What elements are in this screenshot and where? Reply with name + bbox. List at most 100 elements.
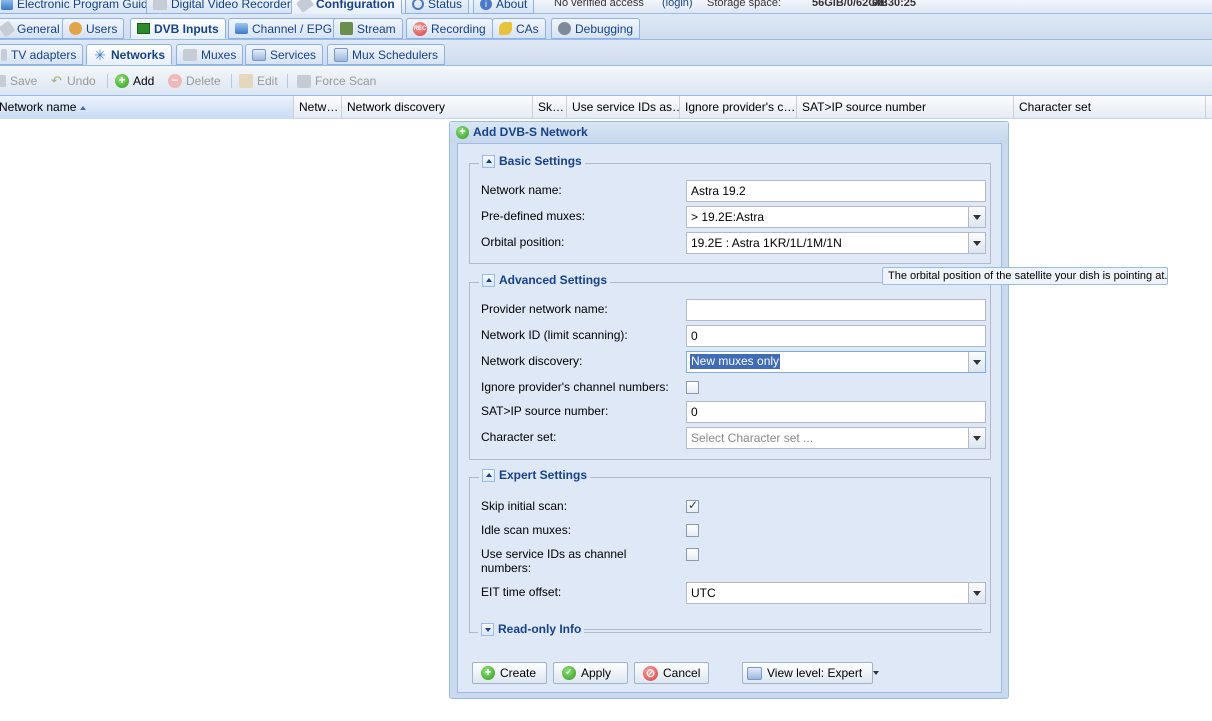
orbital-position-select[interactable]: 19.2E : Astra 1KR/1L/1M/1N	[686, 232, 986, 254]
tab-muxes[interactable]: Muxes	[176, 44, 244, 65]
collapse-up-icon[interactable]	[482, 273, 495, 287]
tab-status[interactable]: Status	[405, 0, 470, 14]
network-id-label: Network ID (limit scanning):	[481, 328, 628, 342]
tab-mux-schedulers[interactable]: Mux Schedulers	[327, 44, 446, 65]
character-set-select[interactable]: Select Character set ...	[686, 427, 986, 449]
tab-channel-epg[interactable]: Channel / EPG	[228, 18, 340, 39]
epg-icon	[1, 0, 13, 10]
column-satip-source[interactable]: SAT>IP source number	[797, 96, 1014, 119]
chevron-down-icon[interactable]	[968, 428, 985, 448]
chevron-down-icon[interactable]	[968, 352, 985, 372]
tab-networks[interactable]: ✳ Networks	[86, 44, 173, 65]
toolbar-divider	[287, 74, 288, 88]
column-use-service-ids[interactable]: Use service IDs as…	[567, 96, 680, 119]
column-character-set[interactable]: Character set	[1014, 96, 1206, 119]
network-name-input[interactable]	[686, 180, 986, 202]
tab-cas[interactable]: CAs	[492, 18, 546, 39]
edit-label: Edit	[257, 74, 278, 88]
column-ignore-provider[interactable]: Ignore provider's c…	[680, 96, 797, 119]
apply-button[interactable]: ✓ Apply	[553, 662, 628, 684]
ignore-provider-numbers-checkbox[interactable]	[686, 381, 699, 394]
cancel-button[interactable]: ⊘ Cancel	[634, 662, 709, 684]
tab-configuration[interactable]: Configuration	[291, 0, 402, 14]
tab-dvb-inputs[interactable]: DVB Inputs	[130, 18, 226, 39]
advanced-settings-legend[interactable]: Advanced Settings	[479, 273, 611, 287]
network-name-label: Network name:	[481, 183, 562, 197]
undo-button[interactable]: ↶ Undo	[51, 73, 96, 89]
network-id-input[interactable]	[686, 325, 986, 347]
tab-label: Channel / EPG	[252, 21, 333, 36]
delete-button[interactable]: − Delete	[168, 73, 221, 89]
provider-network-name-input[interactable]	[686, 299, 986, 321]
idle-scan-muxes-checkbox[interactable]	[686, 524, 699, 537]
tab-label: Status	[428, 0, 463, 11]
tab-debugging[interactable]: Debugging	[551, 18, 641, 39]
tab-about[interactable]: i About	[473, 0, 535, 14]
select-value: > 19.2E:Astra	[691, 210, 765, 224]
tab-label: DVB Inputs	[154, 21, 219, 36]
edit-button[interactable]: Edit	[239, 73, 278, 89]
network-discovery-select[interactable]: New muxes only	[686, 351, 986, 373]
use-service-ids-checkbox[interactable]	[686, 548, 699, 561]
button-label: Cancel	[663, 666, 701, 680]
tab-electronic-program-guide[interactable]: Electronic Program Guide	[0, 0, 162, 14]
use-service-ids-label: Use service IDs as channel numbers:	[481, 547, 627, 575]
select-placeholder: Select Character set ...	[691, 431, 814, 445]
save-button[interactable]: Save	[0, 73, 37, 89]
scan-icon	[297, 74, 311, 88]
antenna-icon: ✳	[94, 46, 106, 63]
network-discovery-label: Network discovery:	[481, 354, 583, 368]
button-label: View level: Expert	[767, 666, 863, 680]
section-divider	[523, 629, 982, 630]
collapse-up-icon[interactable]	[482, 154, 495, 168]
dvb-tab-bar: TV adapters ✳ Networks Muxes Services Mu…	[0, 40, 1212, 66]
delete-icon: −	[168, 74, 182, 88]
collapse-up-icon[interactable]	[482, 468, 495, 482]
grid-toolbar: Save ↶ Undo + Add − Delete Edit Force Sc…	[0, 66, 1212, 96]
tab-label: CAs	[516, 21, 539, 36]
tab-label: Recording	[431, 21, 486, 36]
eit-time-offset-select[interactable]: UTC	[686, 582, 986, 604]
view-level-button[interactable]: View level: Expert	[742, 662, 880, 684]
orbital-position-tooltip: The orbital position of the satellite yo…	[882, 267, 1168, 285]
expert-settings-legend[interactable]: Expert Settings	[479, 468, 591, 482]
tab-recording[interactable]: REC Recording	[406, 18, 493, 39]
column-skip-scan[interactable]: Sk…	[533, 96, 567, 119]
select-value: UTC	[691, 586, 716, 600]
dialog-title-bar[interactable]: + Add DVB-S Network	[450, 122, 1008, 142]
tab-services[interactable]: Services	[245, 44, 324, 65]
column-network-id[interactable]: Netw…	[294, 96, 342, 119]
skip-initial-scan-checkbox[interactable]	[686, 498, 699, 513]
tab-label: About	[496, 0, 528, 11]
tab-label: Muxes	[201, 47, 237, 62]
tab-digital-video-recorder[interactable]: Digital Video Recorder	[146, 0, 298, 14]
toolbar-divider	[107, 74, 108, 88]
create-button[interactable]: + Create	[472, 662, 547, 684]
save-icon	[0, 75, 6, 87]
column-network-discovery[interactable]: Network discovery	[342, 96, 533, 119]
column-label: SAT>IP source number	[802, 100, 926, 114]
tab-users[interactable]: Users	[62, 18, 125, 39]
ignore-provider-numbers-label: Ignore provider's channel numbers:	[481, 380, 669, 394]
chevron-down-icon[interactable]	[968, 207, 985, 227]
clock: 08:30:25	[872, 0, 917, 9]
force-scan-button[interactable]: Force Scan	[297, 73, 376, 89]
basic-settings-legend[interactable]: Basic Settings	[479, 154, 585, 168]
readonly-info-legend[interactable]: Read-only Info	[478, 622, 585, 636]
tab-general[interactable]: General	[0, 18, 67, 39]
satip-source-input[interactable]	[686, 401, 986, 423]
add-button[interactable]: + Add	[115, 73, 154, 89]
tab-stream[interactable]: Stream	[333, 18, 403, 39]
undo-icon: ↶	[51, 73, 62, 88]
legend-label: Basic Settings	[499, 154, 582, 168]
login-link[interactable]: (login)	[662, 0, 693, 9]
expand-down-icon[interactable]	[481, 622, 494, 636]
tab-tv-adapters[interactable]: TV adapters	[0, 44, 84, 65]
tab-label: TV adapters	[11, 47, 77, 62]
predefined-muxes-select[interactable]: > 19.2E:Astra	[686, 206, 986, 228]
chevron-down-icon[interactable]	[968, 233, 985, 253]
column-network-name[interactable]: Network name	[0, 96, 294, 119]
stream-icon	[340, 22, 353, 35]
chevron-down-icon[interactable]	[968, 583, 985, 603]
skip-initial-scan-label: Skip initial scan:	[481, 499, 568, 513]
